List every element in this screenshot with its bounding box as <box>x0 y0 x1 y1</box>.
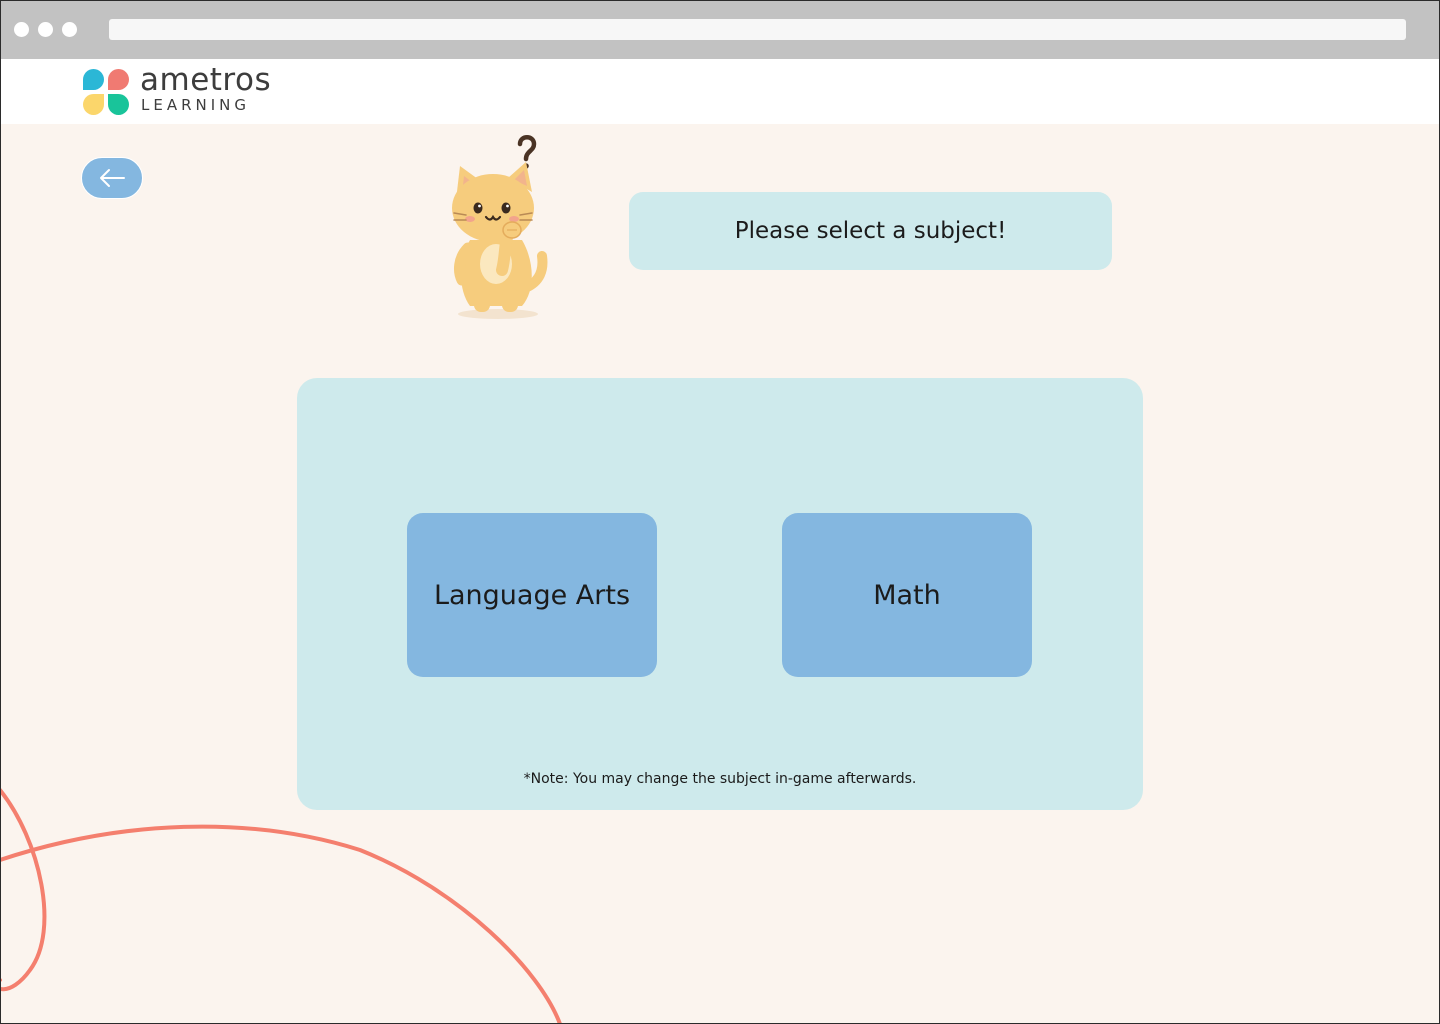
arrow-left-icon <box>100 169 125 187</box>
address-bar[interactable] <box>109 19 1406 40</box>
math-button[interactable]: Math <box>782 513 1032 677</box>
browser-chrome <box>0 0 1440 59</box>
back-button[interactable] <box>81 157 143 199</box>
language-arts-label: Language Arts <box>433 579 631 611</box>
language-arts-button[interactable]: Language Arts <box>407 513 657 677</box>
window-dot-maximize[interactable] <box>62 22 77 37</box>
cat-mascot-icon <box>452 135 548 319</box>
window-dot-close[interactable] <box>14 22 29 37</box>
prompt-bubble: Please select a subject! <box>629 192 1112 270</box>
math-label: Math <box>873 579 941 611</box>
subject-panel: Language Arts Math *Note: You may change… <box>297 378 1143 810</box>
brand-subtitle: LEARNING <box>141 96 251 114</box>
window-controls <box>14 22 77 37</box>
prompt-text: Please select a subject! <box>734 218 1007 244</box>
window-dot-minimize[interactable] <box>38 22 53 37</box>
brand-name: ametros <box>140 62 272 98</box>
subject-note: *Note: You may change the subject in-gam… <box>523 771 917 787</box>
ametros-logo-icon <box>83 69 129 115</box>
